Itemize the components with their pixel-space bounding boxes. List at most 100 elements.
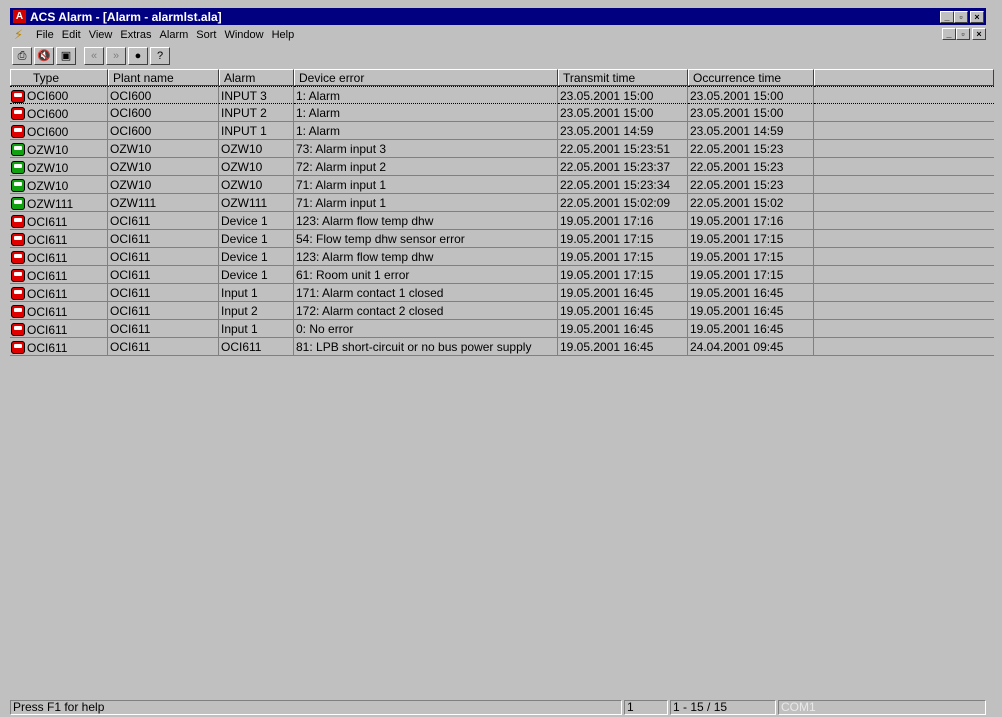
cell-alarm: OCI611: [219, 338, 294, 356]
restore-button[interactable]: ▫: [954, 10, 968, 23]
menu-alarm[interactable]: Alarm: [160, 29, 189, 41]
cell-type: OCI611: [10, 266, 108, 284]
table-row[interactable]: OCI600 OCI600 INPUT 1 1: Alarm 23.05.2001 14…: [10, 122, 994, 140]
menu-extras[interactable]: Extras: [120, 29, 151, 41]
table-row[interactable]: OCI600 OCI600 INPUT 3 1: Alarm 23.05.2001 15…: [10, 86, 994, 104]
mdi-restore-button[interactable]: ▫: [956, 28, 970, 40]
table-row[interactable]: OCI611 OCI611 OCI611 81: LPB short-circuit …: [10, 338, 994, 356]
cell-plant-name: OZW111: [108, 194, 219, 212]
cell-alarm: Input 1: [219, 284, 294, 302]
table-row[interactable]: OZW10 OZW10 OZW10 72: Alarm input 2 22.05.20…: [10, 158, 994, 176]
status-port: COM1: [778, 699, 986, 715]
table-row[interactable]: OCI611 OCI611 Input 2 172: Alarm contact 2 …: [10, 302, 994, 320]
type-label: OCI611: [27, 250, 68, 265]
help-icon[interactable]: ?: [150, 47, 170, 65]
cell-transmit-time: 19.05.2001 16:45: [558, 284, 688, 302]
cell-device-error: 171: Alarm contact 1 closed: [294, 284, 558, 302]
speaker-mute-icon[interactable]: 🔇: [34, 47, 54, 65]
status-record-range: 1 - 15 / 15: [670, 699, 776, 715]
title-bar[interactable]: A ACS Alarm - [Alarm - alarmlst.ala] _ ▫…: [10, 8, 986, 25]
printer-icon[interactable]: ⎙: [12, 47, 32, 65]
column-header-type[interactable]: Type: [10, 69, 108, 86]
table-row[interactable]: OCI611 OCI611 Device 1 54: Flow temp dhw se…: [10, 230, 994, 248]
cell-transmit-time: 19.05.2001 16:45: [558, 338, 688, 356]
cell-alarm: Input 2: [219, 302, 294, 320]
cell-alarm: INPUT 2: [219, 104, 294, 122]
table-row[interactable]: OCI611 OCI611 Input 1 171: Alarm contact 1 …: [10, 284, 994, 302]
mdi-minimize-button[interactable]: _: [942, 28, 956, 40]
cell-transmit-time: 19.05.2001 16:45: [558, 320, 688, 338]
table-row[interactable]: OZW10 OZW10 OZW10 73: Alarm input 3 22.05.20…: [10, 140, 994, 158]
cell-plant-name: OCI611: [108, 212, 219, 230]
column-header-plant-name[interactable]: Plant name: [108, 69, 219, 86]
minimize-button[interactable]: _: [940, 10, 954, 23]
acs-app-icon[interactable]: A: [13, 10, 26, 23]
cell-plant-name: OCI611: [108, 338, 219, 356]
next-icon[interactable]: »: [106, 47, 126, 65]
cell-alarm: Input 1: [219, 320, 294, 338]
menu-window[interactable]: Window: [224, 29, 263, 41]
menu-sort[interactable]: Sort: [196, 29, 216, 41]
table-row[interactable]: OCI600 OCI600 INPUT 2 1: Alarm 23.05.2001 15…: [10, 104, 994, 122]
close-button[interactable]: ×: [970, 10, 984, 23]
menu-bar: ⚡ File Edit View Extras Alarm Sort Windo…: [10, 27, 986, 43]
alarm-active-icon: [11, 233, 25, 246]
alarm-ok-icon: [11, 179, 25, 192]
table-row[interactable]: OCI611 OCI611 Device 1 61: Room unit 1 erro…: [10, 266, 994, 284]
document-menu-icon[interactable]: ⚡: [14, 28, 30, 42]
cell-occurrence-time: 22.05.2001 15:23: [688, 176, 814, 194]
cell-occurrence-time: 19.05.2001 16:45: [688, 302, 814, 320]
cell-plant-name: OCI611: [108, 284, 219, 302]
cell-filler: [814, 248, 994, 266]
table-row[interactable]: OCI611 OCI611 Input 1 0: No error 19.05.2001…: [10, 320, 994, 338]
table-row[interactable]: OZW111 OZW111 OZW111 71: Alarm input 1 22.05…: [10, 194, 994, 212]
cell-filler: [814, 104, 994, 122]
cell-type: OCI611: [10, 212, 108, 230]
properties-icon[interactable]: ▣: [56, 47, 76, 65]
cell-device-error: 81: LPB short-circuit or no bus power su…: [294, 338, 558, 356]
cell-plant-name: OZW10: [108, 158, 219, 176]
cell-plant-name: OCI611: [108, 230, 219, 248]
column-header-transmit-time[interactable]: Transmit time: [558, 69, 688, 86]
previous-icon[interactable]: «: [84, 47, 104, 65]
cell-device-error: 1: Alarm: [294, 104, 558, 122]
table-row[interactable]: OCI611 OCI611 Device 1 123: Alarm flow temp…: [10, 248, 994, 266]
column-header-occurrence-time[interactable]: Occurrence time: [688, 69, 814, 86]
cell-alarm: OZW10: [219, 140, 294, 158]
cell-transmit-time: 19.05.2001 17:15: [558, 266, 688, 284]
status-help-text: Press F1 for help: [10, 699, 622, 715]
type-label: OCI600: [27, 89, 69, 103]
cell-device-error: 123: Alarm flow temp dhw: [294, 212, 558, 230]
type-label: OCI611: [27, 322, 68, 337]
cell-plant-name: OCI611: [108, 266, 219, 284]
table-row[interactable]: OZW10 OZW10 OZW10 71: Alarm input 1 22.05.20…: [10, 176, 994, 194]
record-icon[interactable]: ●: [128, 47, 148, 65]
cell-filler: [814, 86, 994, 104]
cell-filler: [814, 230, 994, 248]
alarm-active-icon: [11, 323, 25, 336]
type-label: OCI611: [27, 304, 68, 319]
cell-filler: [814, 284, 994, 302]
cell-transmit-time: 22.05.2001 15:23:37: [558, 158, 688, 176]
type-label: OZW111: [27, 196, 74, 211]
alarm-list[interactable]: Type Plant name Alarm Device error Trans…: [10, 69, 994, 697]
cell-plant-name: OCI600: [108, 86, 219, 104]
cell-filler: [814, 320, 994, 338]
status-field-1: 1: [624, 699, 668, 715]
table-header: Type Plant name Alarm Device error Trans…: [10, 69, 994, 86]
alarm-active-icon: [11, 341, 25, 354]
column-header-device-error[interactable]: Device error: [294, 69, 558, 86]
menu-help[interactable]: Help: [272, 29, 295, 41]
column-header-alarm[interactable]: Alarm: [219, 69, 294, 86]
menu-edit[interactable]: Edit: [62, 29, 81, 41]
cell-transmit-time: 23.05.2001 15:00: [558, 104, 688, 122]
type-label: OCI611: [27, 286, 68, 301]
cell-filler: [814, 338, 994, 356]
mdi-close-button[interactable]: ×: [972, 28, 986, 40]
menu-view[interactable]: View: [89, 29, 113, 41]
cell-occurrence-time: 19.05.2001 17:15: [688, 266, 814, 284]
cell-filler: [814, 122, 994, 140]
menu-file[interactable]: File: [36, 29, 54, 41]
cell-alarm: OZW111: [219, 194, 294, 212]
table-row[interactable]: OCI611 OCI611 Device 1 123: Alarm flow temp…: [10, 212, 994, 230]
